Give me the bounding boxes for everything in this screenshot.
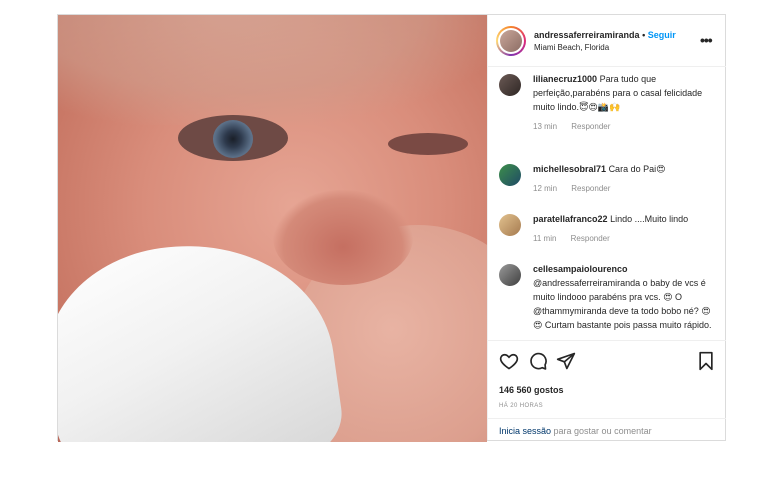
instagram-post: andressaferreiramiranda • Seguir Miami B… (57, 14, 726, 442)
login-link[interactable]: Inicia sessão (499, 426, 551, 436)
photo-iris (213, 120, 253, 158)
comment-time: 12 min (533, 184, 558, 193)
comment-text-block: michellesobral71 Cara do Pai😍 (533, 162, 719, 176)
comment-text-block: lilianecruz1000 Para tudo que perfeição,… (533, 72, 719, 114)
login-suffix: para gostar ou comentar (551, 426, 652, 436)
author-username-row: andressaferreiramiranda • Seguir (534, 30, 676, 40)
photo-eye-left (178, 115, 288, 161)
likes-count[interactable]: 146 560 gostos (499, 385, 564, 395)
author-avatar[interactable] (496, 26, 526, 56)
commenter-avatar[interactable] (499, 74, 521, 96)
comment-text: Lindo ....Muito lindo (610, 214, 689, 224)
photo-nose (273, 190, 413, 285)
comment-time: 11 min (533, 234, 557, 243)
comment-text: Cara do Pai😍 (608, 164, 666, 174)
comments-list[interactable]: lilianecruz1000 Para tudo que perfeição,… (488, 67, 726, 332)
reply-button[interactable]: Responder (571, 122, 610, 131)
reply-button[interactable]: Responder (571, 184, 610, 193)
comment-username[interactable]: michellesobral71 (533, 164, 606, 174)
comment-meta: 13 min Responder (533, 122, 622, 131)
reply-button[interactable]: Responder (571, 234, 610, 243)
post-header: andressaferreiramiranda • Seguir Miami B… (488, 15, 726, 67)
comment-text-block: paratellafranco22 Lindo ....Muito lindo (533, 212, 719, 226)
post-side-panel: andressaferreiramiranda • Seguir Miami B… (487, 15, 726, 440)
comment-username[interactable]: paratellafranco22 (533, 214, 608, 224)
more-options-icon[interactable]: ••• (700, 32, 713, 48)
commenter-avatar[interactable] (499, 214, 521, 236)
comment-meta: 12 min Responder (533, 184, 622, 193)
photo-hair (58, 15, 487, 125)
separator-dot: • (642, 30, 646, 40)
comment-time: 13 min (533, 122, 558, 131)
comment-text-block: cellesampaiolourenco @andressaferreirami… (533, 262, 719, 332)
share-icon[interactable] (556, 351, 576, 371)
heart-icon[interactable] (499, 351, 519, 371)
photo-eye-right (388, 133, 468, 155)
author-username[interactable]: andressaferreiramiranda (534, 30, 640, 40)
follow-button[interactable]: Seguir (648, 30, 676, 40)
comment-username[interactable]: cellesampaiolourenco (533, 264, 628, 274)
commenter-avatar[interactable] (499, 164, 521, 186)
commenter-avatar[interactable] (499, 264, 521, 286)
comment-username[interactable]: lilianecruz1000 (533, 74, 597, 84)
bookmark-icon[interactable] (696, 351, 716, 371)
comment-text: @andressaferreiramiranda o baby de vcs é… (533, 278, 712, 330)
post-location[interactable]: Miami Beach, Florida (534, 43, 609, 52)
post-actions-section: 146 560 gostos HÁ 20 HORAS Inicia sessão… (488, 340, 726, 440)
comment-icon[interactable] (528, 351, 548, 371)
post-timestamp: HÁ 20 HORAS (499, 403, 544, 409)
comment-meta: 11 min Responder (533, 234, 622, 243)
login-prompt: Inicia sessão para gostar ou comentar (488, 418, 726, 441)
post-photo[interactable] (58, 15, 487, 442)
